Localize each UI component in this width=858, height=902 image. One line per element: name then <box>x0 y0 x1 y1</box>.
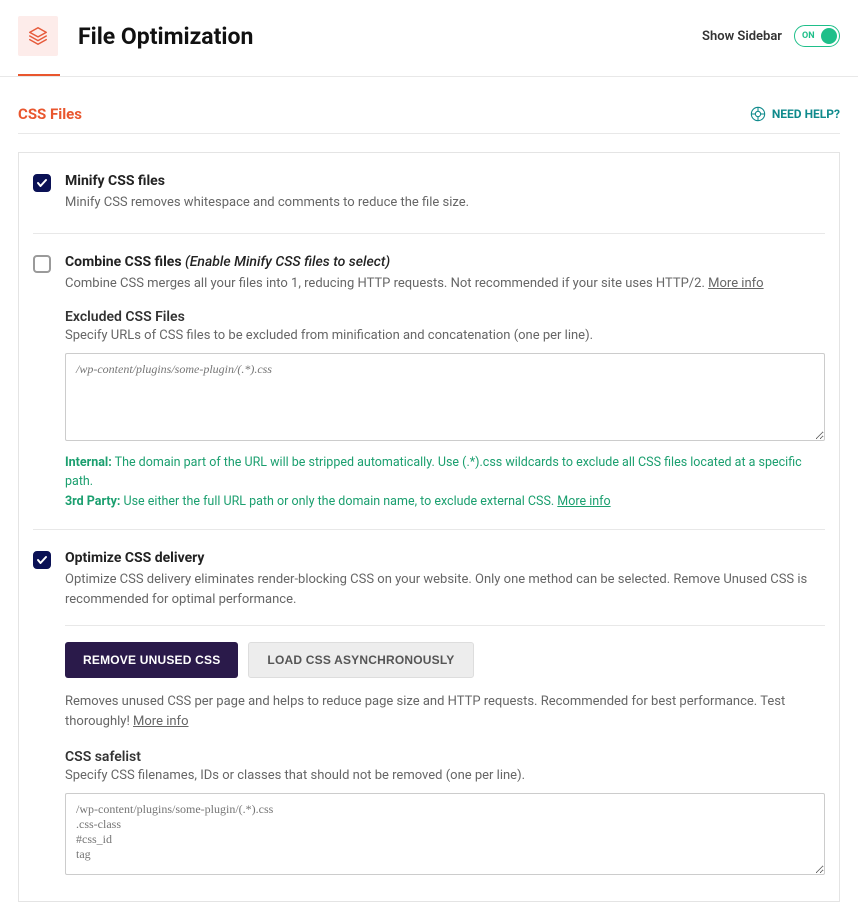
combine-hint: (Enable Minify CSS files to select) <box>185 254 390 270</box>
section-title: CSS Files <box>18 105 82 123</box>
header-left: File Optimization <box>18 16 253 56</box>
note-more-link[interactable]: More info <box>557 494 610 509</box>
minify-desc: Minify CSS removes whitespace and commen… <box>65 193 825 213</box>
need-help-text: NEED HELP? <box>772 107 840 121</box>
show-sidebar-label: Show Sidebar <box>702 29 782 44</box>
excluded-note: Internal: The domain part of the URL wil… <box>65 453 825 511</box>
optimize-checkbox[interactable] <box>33 551 51 569</box>
option-optimize-css: Optimize CSS delivery Optimize CSS deliv… <box>19 530 839 609</box>
option-minify-css: Minify CSS files Minify CSS removes whit… <box>33 153 825 234</box>
optimize-more-link[interactable]: More info <box>133 714 188 729</box>
optimize-button-row: REMOVE UNUSED CSS LOAD CSS ASYNCHRONOUSL… <box>65 642 825 678</box>
note-3rd-label: 3rd Party: <box>65 494 120 509</box>
combine-title: Combine CSS files (Enable Minify CSS fil… <box>65 254 825 270</box>
minify-title: Minify CSS files <box>65 173 825 189</box>
safelist-title: CSS safelist <box>65 749 825 765</box>
optimize-desc: Optimize CSS delivery eliminates render-… <box>65 570 825 609</box>
page-title: File Optimization <box>78 23 253 50</box>
combine-desc: Combine CSS merges all your files into 1… <box>65 274 825 294</box>
stack-icon <box>18 16 58 56</box>
toggle-knob <box>821 28 837 44</box>
excluded-title: Excluded CSS Files <box>65 309 825 325</box>
sidebar-toggle[interactable]: ON <box>794 25 840 47</box>
safelist-textarea[interactable] <box>65 793 825 875</box>
option-combine-css: Combine CSS files (Enable Minify CSS fil… <box>19 234 839 294</box>
safelist-desc: Specify CSS filenames, IDs or classes th… <box>65 768 825 783</box>
optimize-title: Optimize CSS delivery <box>65 550 825 566</box>
section-divider <box>18 133 840 134</box>
page-header: File Optimization Show Sidebar ON <box>0 0 858 56</box>
note-3rd-text: Use either the full URL path or only the… <box>120 494 557 509</box>
excluded-desc: Specify URLs of CSS files to be excluded… <box>65 328 825 343</box>
toggle-on-label: ON <box>802 31 815 41</box>
need-help-link[interactable]: NEED HELP? <box>750 106 840 122</box>
note-internal-label: Internal: <box>65 455 112 470</box>
section-header: CSS Files NEED HELP? <box>0 77 858 129</box>
combine-checkbox[interactable] <box>33 255 51 273</box>
excluded-section: Excluded CSS Files Specify URLs of CSS f… <box>19 293 839 511</box>
excluded-textarea[interactable] <box>65 353 825 441</box>
optimize-subsection: REMOVE UNUSED CSS LOAD CSS ASYNCHRONOUSL… <box>19 626 839 879</box>
header-right: Show Sidebar ON <box>702 25 840 47</box>
minify-checkbox[interactable] <box>33 174 51 192</box>
note-internal-text: The domain part of the URL will be strip… <box>65 455 802 489</box>
combine-more-link[interactable]: More info <box>708 276 763 291</box>
remove-unused-css-button[interactable]: REMOVE UNUSED CSS <box>65 642 238 678</box>
load-async-button[interactable]: LOAD CSS ASYNCHRONOUSLY <box>248 642 473 678</box>
settings-panel: Minify CSS files Minify CSS removes whit… <box>18 152 840 902</box>
optimize-result-desc: Removes unused CSS per page and helps to… <box>65 692 825 731</box>
